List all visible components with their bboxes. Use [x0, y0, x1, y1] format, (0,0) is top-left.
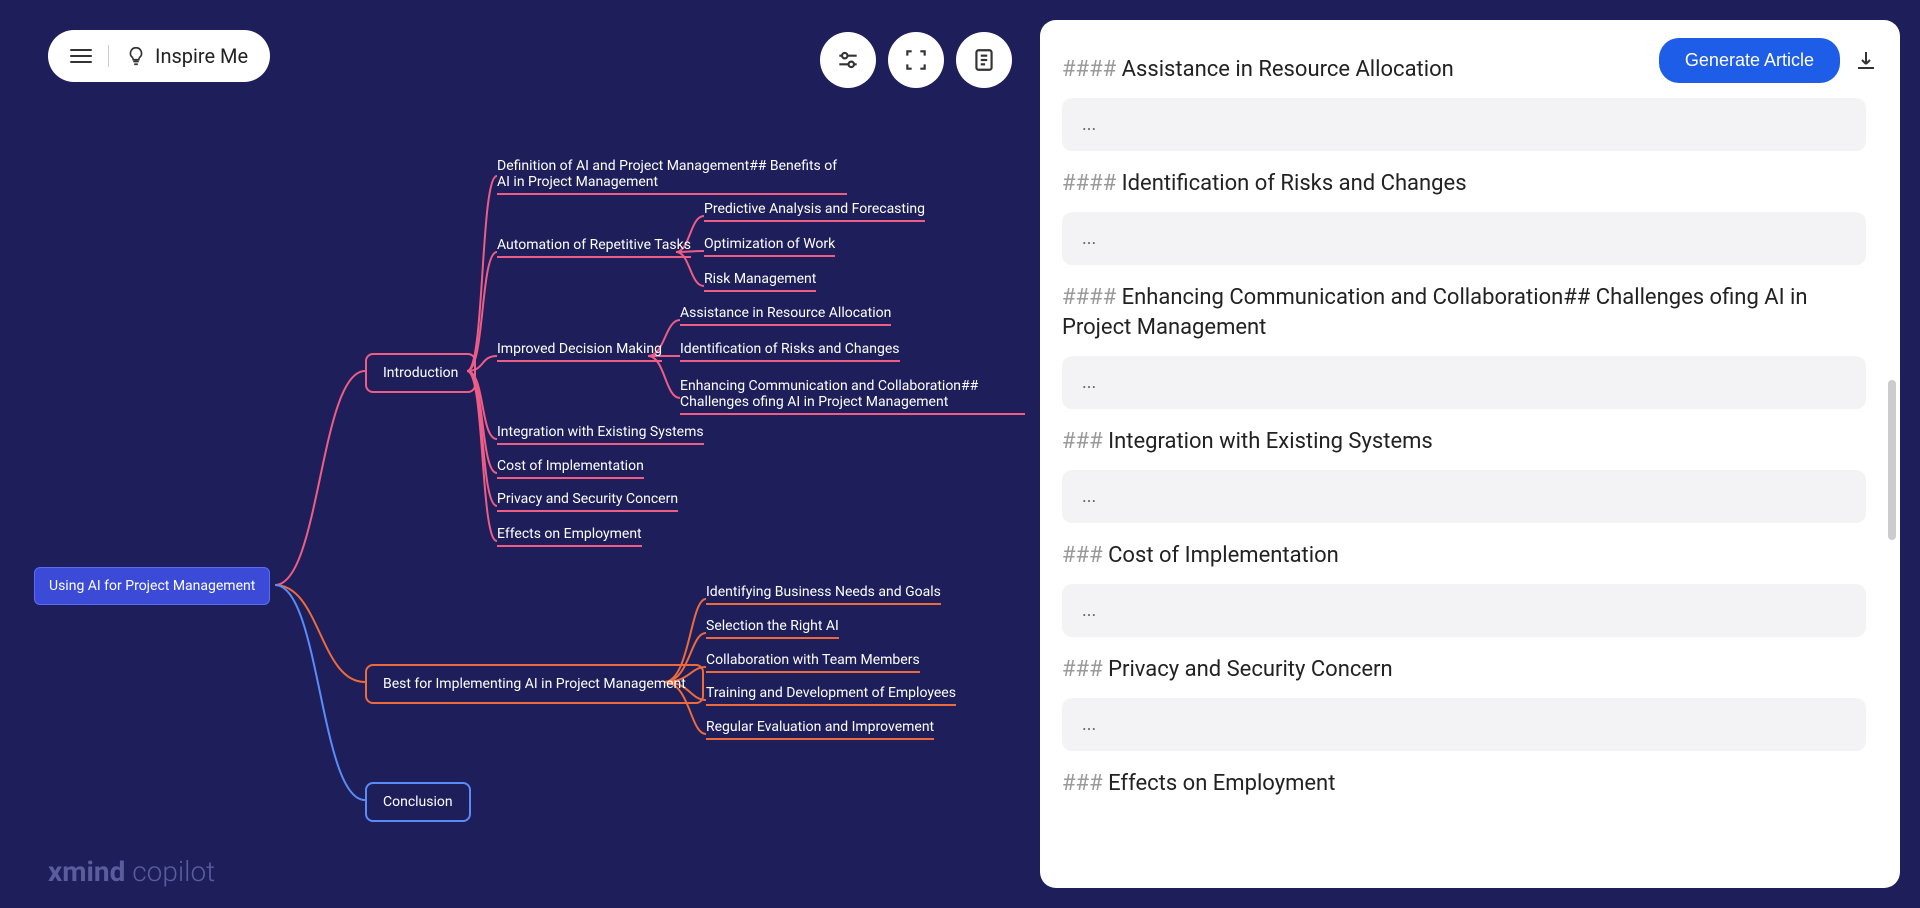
- branch-introduction[interactable]: Introduction: [365, 353, 476, 393]
- leaf-best-5[interactable]: Regular Evaluation and Improvement: [706, 719, 934, 740]
- mindmap-canvas[interactable]: Using AI for Project Management Introduc…: [0, 0, 1050, 908]
- document-icon: [971, 47, 997, 73]
- leaf-intro-4[interactable]: Integration with Existing Systems: [497, 424, 704, 445]
- leaf-best-2[interactable]: Selection the Right AI: [706, 618, 839, 639]
- root-node[interactable]: Using AI for Project Management: [34, 567, 270, 605]
- menu-icon[interactable]: [70, 49, 92, 63]
- leaf-intro-3a[interactable]: Assistance in Resource Allocation: [680, 305, 891, 326]
- section-content[interactable]: ...: [1062, 698, 1866, 751]
- document-button[interactable]: [956, 32, 1012, 88]
- leaf-intro-5[interactable]: Cost of Implementation: [497, 458, 644, 479]
- divider: [108, 45, 109, 67]
- article-panel: Generate Article #### Assistance in Reso…: [1040, 20, 1900, 888]
- scrollbar[interactable]: [1888, 380, 1896, 540]
- inspire-label[interactable]: Inspire Me: [125, 44, 248, 68]
- branch-best[interactable]: Best for Implementing AI in Project Mana…: [365, 664, 704, 704]
- panel-content[interactable]: #### Assistance in Resource Allocation..…: [1062, 37, 1878, 859]
- leaf-intro-6[interactable]: Privacy and Security Concern: [497, 491, 678, 512]
- section-title: #### Enhancing Communication and Collabo…: [1062, 283, 1866, 345]
- section-content[interactable]: ...: [1062, 584, 1866, 637]
- section-content[interactable]: ...: [1062, 470, 1866, 523]
- frame-icon: [903, 47, 929, 73]
- leaf-intro-2[interactable]: Automation of Repetitive Tasks: [497, 237, 691, 258]
- leaf-intro-7[interactable]: Effects on Employment: [497, 526, 642, 547]
- inspire-text: Inspire Me: [155, 44, 248, 68]
- leaf-intro-3b[interactable]: Identification of Risks and Changes: [680, 341, 900, 362]
- leaf-intro-2a[interactable]: Predictive Analysis and Forecasting: [704, 201, 925, 222]
- sliders-icon: [835, 47, 861, 73]
- section-title: ### Integration with Existing Systems: [1062, 427, 1866, 458]
- section-content[interactable]: ...: [1062, 212, 1866, 265]
- section-content[interactable]: ...: [1062, 98, 1866, 151]
- section-content[interactable]: ...: [1062, 356, 1866, 409]
- section-title: #### Identification of Risks and Changes: [1062, 169, 1866, 200]
- section-title: ### Privacy and Security Concern: [1062, 655, 1866, 686]
- settings-button[interactable]: [820, 32, 876, 88]
- section-title: #### Assistance in Resource Allocation: [1062, 55, 1866, 86]
- leaf-best-3[interactable]: Collaboration with Team Members: [706, 652, 920, 673]
- section-title: ### Cost of Implementation: [1062, 541, 1866, 572]
- leaf-intro-1[interactable]: Definition of AI and Project Management#…: [497, 158, 847, 195]
- leaf-intro-3c[interactable]: Enhancing Communication and Collaboratio…: [680, 378, 1025, 415]
- leaf-intro-3[interactable]: Improved Decision Making: [497, 341, 662, 362]
- leaf-best-1[interactable]: Identifying Business Needs and Goals: [706, 584, 941, 605]
- inspire-pill[interactable]: Inspire Me: [48, 30, 270, 82]
- leaf-intro-2b[interactable]: Optimization of Work: [704, 236, 835, 257]
- logo: xmind copilot: [48, 855, 215, 888]
- leaf-best-4[interactable]: Training and Development of Employees: [706, 685, 956, 706]
- section-title: ### Effects on Employment: [1062, 769, 1866, 800]
- leaf-intro-2c[interactable]: Risk Management: [704, 271, 816, 292]
- bulb-icon: [125, 45, 147, 67]
- frame-button[interactable]: [888, 32, 944, 88]
- branch-conclusion[interactable]: Conclusion: [365, 782, 471, 822]
